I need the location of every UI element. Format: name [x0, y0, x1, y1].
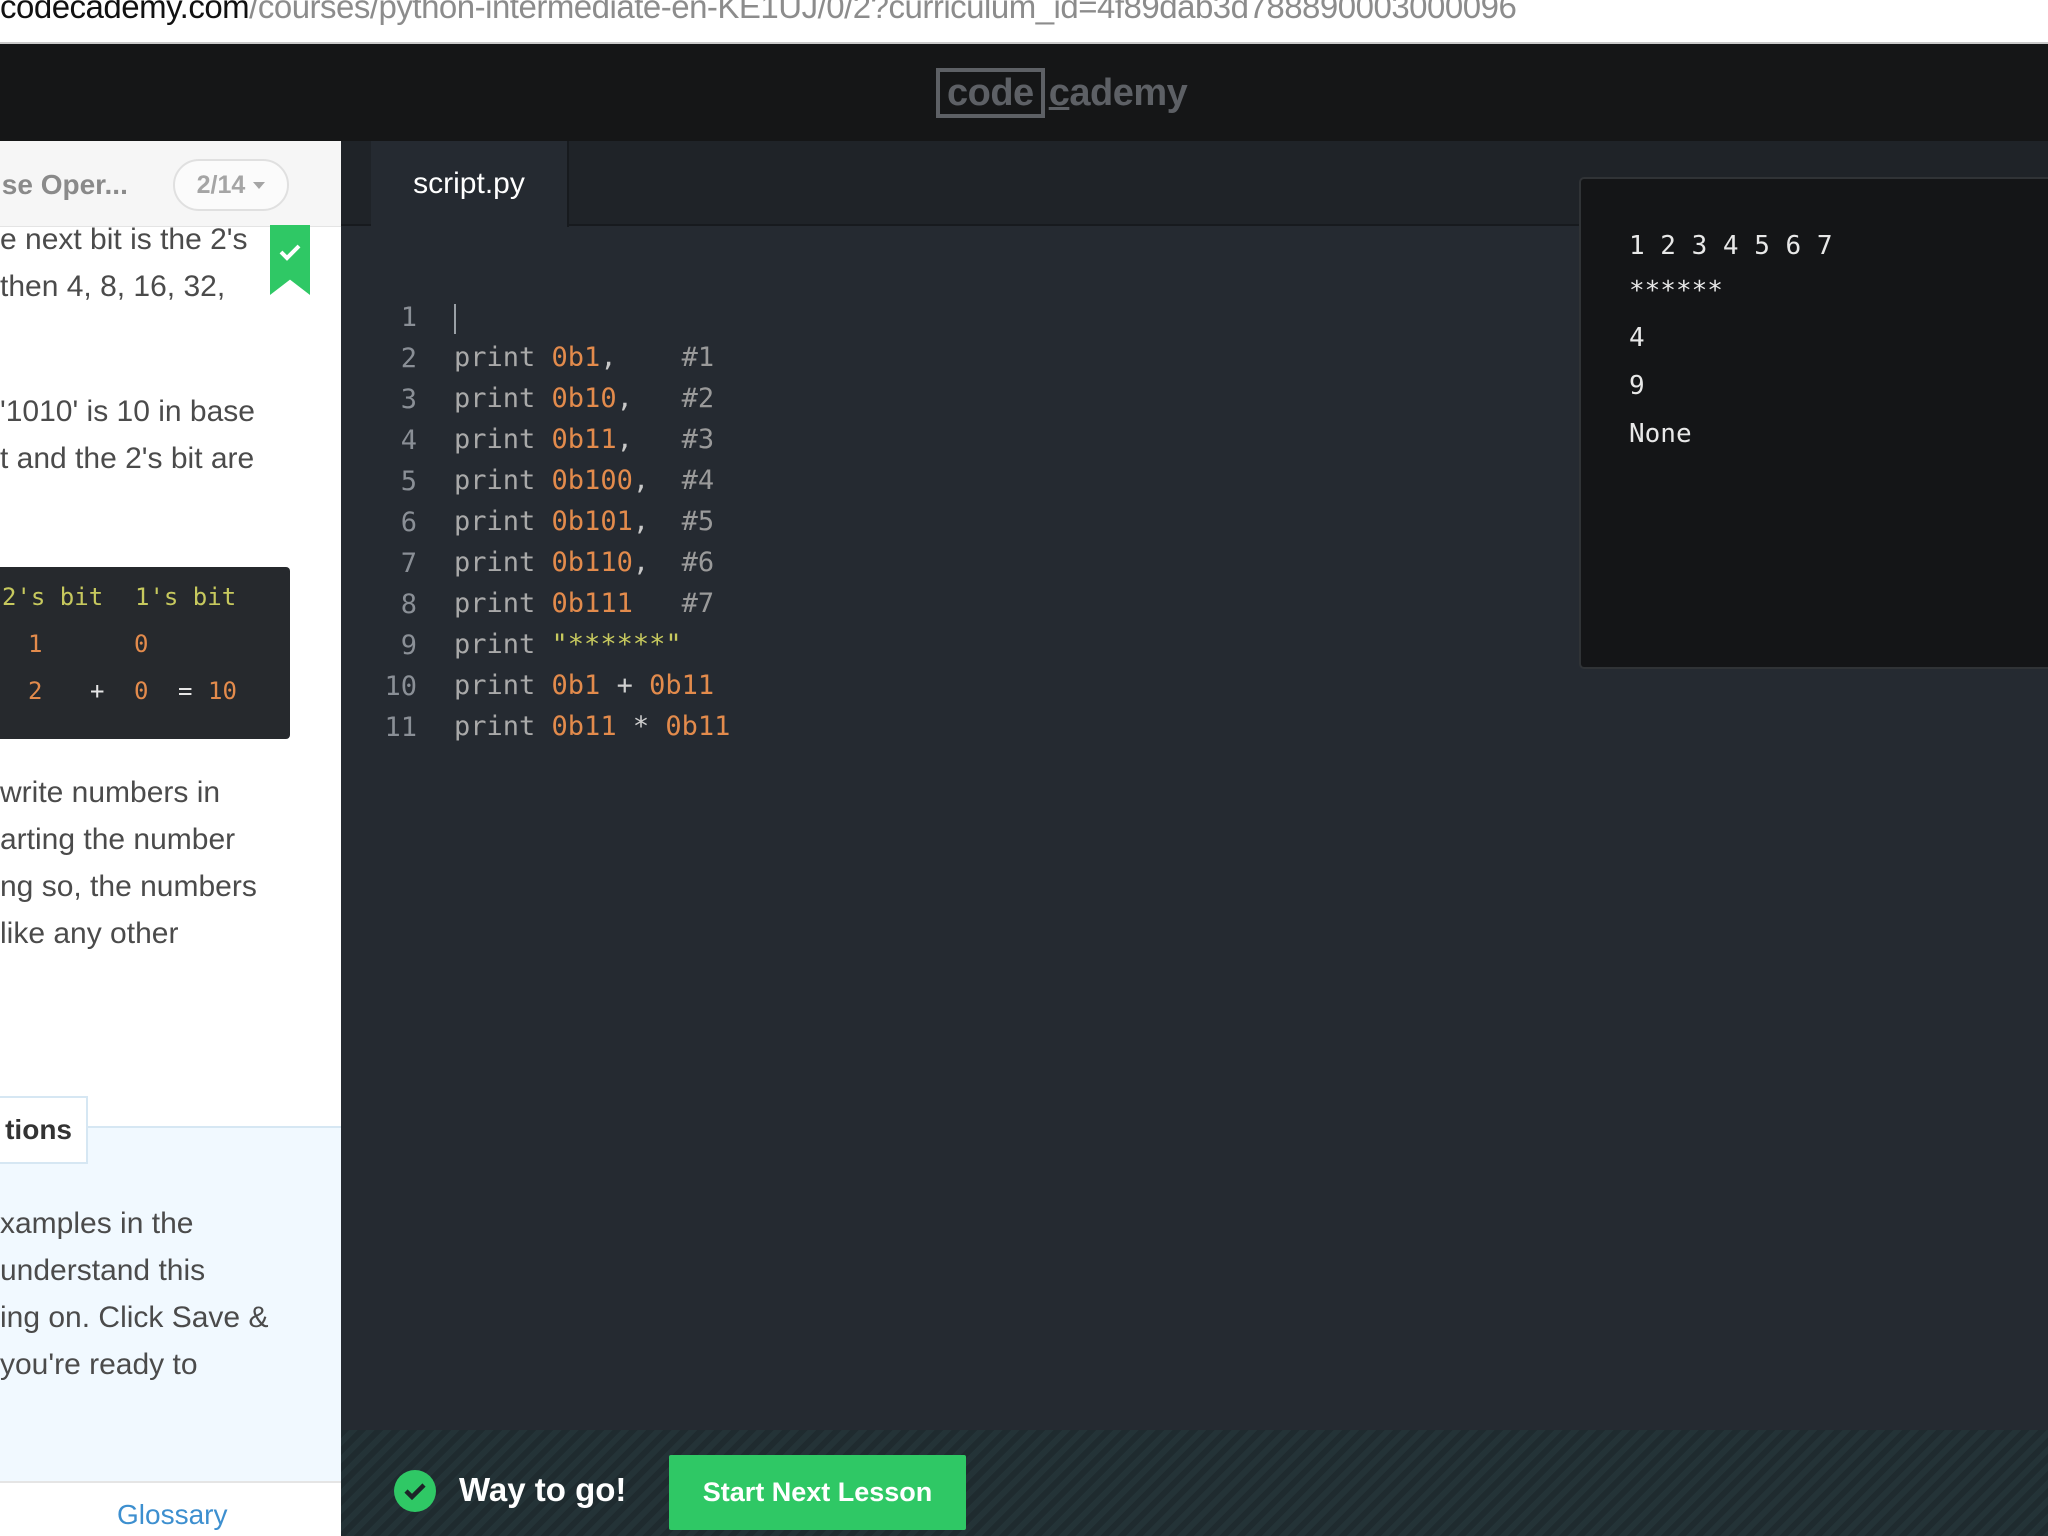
- lesson-header: ise Oper... 2/14: [0, 141, 341, 227]
- code-header-2s: 2's bit: [2, 583, 104, 611]
- code-header-1s: 1's bit: [135, 583, 237, 611]
- example-code-block: 2's bit 1's bit 1 0 2 + 0 = 10: [0, 567, 290, 739]
- logo-rest: cademy: [1048, 71, 1188, 114]
- progress-dropdown[interactable]: 2/14: [173, 159, 289, 211]
- code-line: 5 print 0b101, #5: [341, 422, 714, 537]
- lesson-footer: Glossary: [0, 1481, 341, 1536]
- code-line: 2 print 0b10, #2: [341, 299, 714, 414]
- code-line: 9 print 0b1 + 0b11: [341, 586, 714, 701]
- code-value: 2: [28, 677, 43, 705]
- output-console: 1 2 3 4 5 6 7 ****** 4 9 None: [1579, 177, 2048, 669]
- code-operator: =: [178, 677, 193, 705]
- start-next-lesson-button[interactable]: Start Next Lesson: [669, 1455, 966, 1530]
- success-check-icon: [394, 1470, 436, 1512]
- url-text[interactable]: codecademy.com/courses/python-intermedia…: [0, 0, 1517, 26]
- browser-url-bar[interactable]: codecademy.com/courses/python-intermedia…: [0, 0, 2048, 44]
- code-line: 11: [341, 668, 417, 743]
- console-line: None: [1629, 419, 1692, 449]
- console-line: 9: [1629, 371, 1645, 401]
- completed-bookmark-icon: [270, 225, 310, 295]
- chevron-down-icon: [253, 181, 266, 189]
- code-line: 10 print 0b11 * 0b11: [341, 627, 730, 742]
- lesson-title[interactable]: ise Oper...: [0, 169, 128, 201]
- instructions-line: ing on. Click Save &: [0, 1301, 269, 1334]
- codecademy-logo[interactable]: code cademy: [936, 68, 1188, 118]
- code-line: 4 print 0b100, #4: [341, 381, 714, 496]
- instructions-line: understand this: [0, 1254, 206, 1287]
- line-number: 11: [384, 712, 417, 743]
- code-value: 0: [134, 677, 149, 705]
- paragraph-line: '1010' is 10 in base: [0, 395, 255, 428]
- paragraph-line: like any other: [0, 917, 179, 950]
- instructions-line: xamples in the: [0, 1207, 194, 1240]
- code-line: 6 print 0b110, #6: [341, 463, 714, 578]
- success-message: Way to go!: [459, 1471, 627, 1508]
- instructions-line: you're ready to: [0, 1348, 198, 1381]
- paragraph-line: ng so, the numbers: [0, 870, 257, 903]
- paragraph-line: arting the number: [0, 823, 236, 856]
- instructions-tab[interactable]: tions: [0, 1096, 88, 1164]
- console-line: 4: [1629, 323, 1645, 353]
- glossary-link[interactable]: Glossary: [117, 1499, 227, 1531]
- code-value: 0: [134, 630, 149, 658]
- code-line: 8 print "******": [341, 545, 682, 660]
- tab-script-py[interactable]: script.py: [371, 141, 569, 227]
- paragraph-line: write numbers in: [0, 776, 221, 809]
- url-host: codecademy.com: [0, 0, 250, 25]
- instructions-section: tions xamples in the understand this ing…: [0, 1096, 341, 1536]
- console-line: ******: [1629, 276, 1723, 306]
- code-line: 3 print 0b11, #3: [341, 340, 714, 455]
- code-value: 10: [208, 677, 237, 705]
- paragraph-line: e next bit is the 2's: [0, 223, 248, 256]
- code-line: 1 print 0b1, #1: [341, 258, 714, 373]
- paragraph-line: t and the 2's bit are: [0, 442, 255, 475]
- top-header: code cademy: [0, 44, 2048, 141]
- url-path: /courses/python-intermediate-en-KE1UJ/0/…: [249, 0, 1517, 25]
- console-line: 1 2 3 4 5 6 7: [1629, 231, 1833, 261]
- code-line: 7 print 0b111 #7: [341, 504, 714, 619]
- lesson-panel: ise Oper... 2/14 e next bit is the 2's t…: [0, 141, 341, 1536]
- logo-code-box: code: [936, 68, 1045, 118]
- code-operator: +: [90, 677, 105, 705]
- text-cursor: [454, 304, 456, 334]
- progress-label: 2/14: [196, 170, 246, 199]
- paragraph-line: then 4, 8, 16, 32,: [0, 270, 226, 303]
- code-value: 1: [28, 630, 43, 658]
